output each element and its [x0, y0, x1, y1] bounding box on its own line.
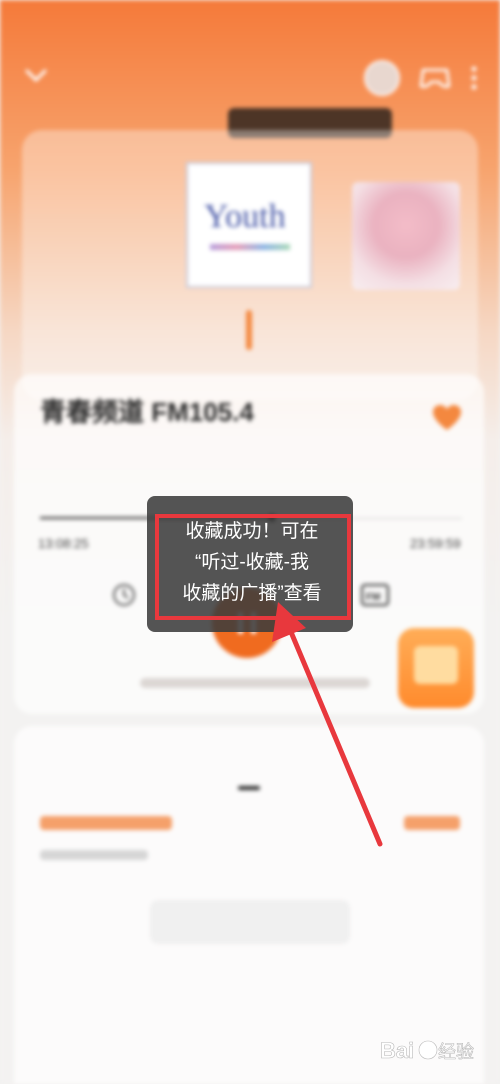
- heart-icon[interactable]: [432, 404, 462, 432]
- live-indicator: [246, 310, 252, 350]
- promo-sticker[interactable]: [398, 628, 474, 708]
- empty-placeholder: [150, 900, 350, 944]
- annotation-highlight-box: [155, 514, 351, 620]
- logo-color-strip: [210, 244, 290, 250]
- more-vertical-icon[interactable]: [470, 64, 478, 92]
- now-playing-program[interactable]: [40, 816, 172, 830]
- station-title: 青春频道 FM105.4: [40, 397, 254, 427]
- gamepad-icon[interactable]: [418, 64, 452, 92]
- svg-text:FM: FM: [366, 592, 380, 603]
- gift-box-graphic: [414, 646, 458, 684]
- clock-icon[interactable]: [110, 580, 138, 608]
- next-station-cover[interactable]: [352, 182, 460, 290]
- top-bar: [0, 54, 500, 98]
- fm-radio-icon[interactable]: FM: [360, 580, 390, 608]
- top-actions: [364, 60, 478, 96]
- chevron-down-icon[interactable]: [24, 64, 48, 86]
- now-playing-badge: [404, 816, 460, 830]
- svg-text:经验: 经验: [438, 1042, 474, 1063]
- status-bar: [0, 0, 500, 48]
- svg-text:Bai: Bai: [380, 1038, 414, 1063]
- station-cover[interactable]: Youth: [186, 162, 312, 288]
- program-tabs: [14, 740, 484, 780]
- elapsed-time: 13:08:25: [38, 536, 89, 551]
- end-time: 23:59:59: [410, 536, 461, 551]
- station-logo-graphic: Youth: [204, 198, 286, 235]
- active-tab-indicator: [238, 786, 260, 790]
- watermark: Bai 经验: [380, 1028, 490, 1072]
- watermark-logo: Bai 经验: [380, 1038, 474, 1064]
- avatar-icon[interactable]: [364, 60, 400, 96]
- blurred-info-row: [140, 678, 370, 688]
- program-time-range: [40, 850, 148, 860]
